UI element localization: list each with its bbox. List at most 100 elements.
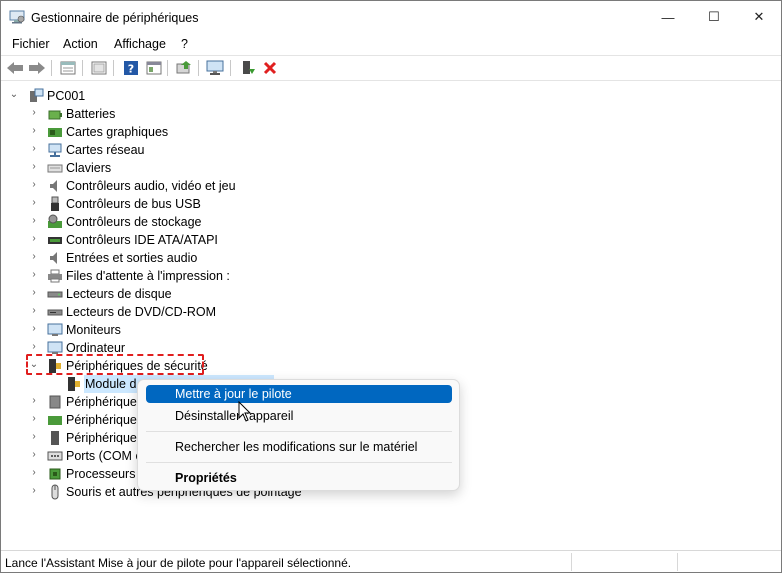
chevron-right-icon[interactable]: ›: [29, 324, 39, 334]
toolbar-separator: [51, 60, 52, 76]
processor-icon: [49, 468, 61, 480]
update-driver-button[interactable]: [174, 59, 194, 77]
tree-item-label: Contrôleurs IDE ATA/ATAPI: [66, 233, 218, 247]
view-button[interactable]: [144, 59, 164, 77]
back-button[interactable]: [5, 59, 25, 77]
chevron-right-icon[interactable]: ›: [29, 234, 39, 244]
status-separator: [571, 553, 572, 571]
menu-scan-hardware-label: Rechercher les modifications sur le maté…: [175, 440, 418, 454]
mouse-icon: [51, 484, 59, 500]
device-category-icon: [49, 395, 61, 409]
chevron-right-icon[interactable]: ›: [29, 180, 39, 190]
tree-item[interactable]: › Moniteurs: [2, 321, 602, 339]
menu-bar: Fichier Action Affichage ?: [1, 34, 781, 54]
chevron-right-icon[interactable]: ›: [29, 396, 39, 406]
help-button[interactable]: ?: [121, 59, 141, 77]
ide-controller-icon: [48, 237, 62, 244]
scan-hardware-icon: [206, 60, 224, 75]
chevron-right-icon[interactable]: ›: [29, 198, 39, 208]
show-hide-button[interactable]: [89, 59, 109, 77]
chevron-right-icon[interactable]: ›: [29, 306, 39, 316]
menu-affichage[interactable]: Affichage: [114, 37, 166, 51]
minimize-button[interactable]: —: [645, 1, 691, 33]
tree-item-label: Cartes réseau: [66, 143, 145, 157]
enable-device-icon: [243, 61, 255, 74]
enable-device-button[interactable]: [238, 59, 258, 77]
toolbar: ?: [1, 55, 781, 81]
chevron-right-icon[interactable]: ›: [29, 270, 39, 280]
uninstall-device-button[interactable]: [260, 59, 280, 77]
chevron-right-icon[interactable]: ›: [29, 126, 39, 136]
mouse-cursor-icon: [238, 401, 252, 422]
menu-update-driver[interactable]: Mettre à jour le pilote: [146, 385, 452, 403]
tree-item-label: Périphériques: [66, 413, 144, 427]
device-manager-app-icon: [9, 10, 25, 24]
tree-item[interactable]: › Cartes réseau: [2, 141, 602, 159]
update-driver-icon: [176, 61, 191, 74]
tree-item[interactable]: › Files d'attente à l'impression :: [2, 267, 602, 285]
tree-item-label: Ordinateur: [66, 341, 126, 355]
tree-item[interactable]: › Claviers: [2, 159, 602, 177]
menu-action[interactable]: Action: [63, 37, 98, 51]
menu-help[interactable]: ?: [181, 37, 188, 51]
menu-uninstall-device[interactable]: Désinstaller l'appareil: [146, 407, 452, 425]
chevron-right-icon[interactable]: ›: [29, 216, 39, 226]
annotation-highlight-box: [26, 354, 204, 375]
speaker-icon: [50, 180, 57, 192]
menu-scan-hardware[interactable]: Rechercher les modifications sur le maté…: [146, 438, 452, 456]
tree-item-label: Périphériques: [66, 395, 144, 409]
menu-update-driver-label: Mettre à jour le pilote: [175, 387, 292, 401]
maximize-icon: ☐: [708, 9, 720, 24]
chevron-right-icon[interactable]: ›: [29, 108, 39, 118]
tree-root[interactable]: ⌄ PC001: [2, 87, 602, 105]
device-category-icon: [51, 431, 59, 445]
chevron-right-icon[interactable]: ›: [29, 486, 39, 496]
chevron-right-icon[interactable]: ›: [29, 450, 39, 460]
toolbar-separator: [82, 60, 83, 76]
tree-item[interactable]: › Contrôleurs de stockage: [2, 213, 602, 231]
tree-item[interactable]: › Contrôleurs de bus USB: [2, 195, 602, 213]
minimize-icon: —: [661, 9, 675, 25]
device-category-icon: [48, 416, 62, 425]
chevron-right-icon[interactable]: ›: [29, 468, 39, 478]
tree-item[interactable]: › Contrôleurs IDE ATA/ATAPI: [2, 231, 602, 249]
maximize-button[interactable]: ☐: [691, 1, 737, 33]
chevron-right-icon[interactable]: ›: [29, 432, 39, 442]
display-adapter-icon: [48, 128, 62, 137]
properties-icon: [60, 61, 76, 75]
tree-item[interactable]: › Cartes graphiques: [2, 123, 602, 141]
chevron-right-icon[interactable]: ›: [29, 144, 39, 154]
chevron-right-icon[interactable]: ›: [29, 252, 39, 262]
scan-hardware-button[interactable]: [205, 59, 225, 77]
computer-icon: [30, 88, 44, 102]
chevron-right-icon[interactable]: ›: [29, 162, 39, 172]
tree-item-label: Claviers: [66, 161, 112, 175]
tree-item[interactable]: › Contrôleurs audio, vidéo et jeu: [2, 177, 602, 195]
tree-item[interactable]: › Lecteurs de DVD/CD-ROM: [2, 303, 602, 321]
chevron-right-icon[interactable]: ›: [29, 342, 39, 352]
help-icon: ?: [124, 61, 138, 76]
menu-separator: [146, 431, 452, 432]
tree-item[interactable]: › Entrées et sorties audio: [2, 249, 602, 267]
monitor-icon: [47, 323, 63, 336]
tree-item[interactable]: › Batteries: [2, 105, 602, 123]
close-icon: ✕: [753, 9, 765, 24]
tree-item[interactable]: › Lecteurs de disque: [2, 285, 602, 303]
tree-item-label: Contrôleurs de stockage: [66, 215, 202, 229]
menu-fichier[interactable]: Fichier: [12, 37, 50, 51]
properties-button[interactable]: [58, 59, 78, 77]
menu-properties[interactable]: Propriétés: [146, 469, 452, 487]
context-menu: Mettre à jour le pilote Désinstaller l'a…: [137, 379, 460, 491]
status-text: Lance l'Assistant Mise à jour de pilote …: [5, 556, 352, 570]
uninstall-icon: [263, 61, 277, 75]
close-button[interactable]: ✕: [736, 1, 782, 33]
chevron-down-icon[interactable]: ⌄: [9, 90, 19, 100]
chevron-right-icon[interactable]: ›: [29, 414, 39, 424]
title-bar: Gestionnaire de périphériques — ☐ ✕: [1, 1, 781, 34]
tree-item-label: Moniteurs: [66, 323, 121, 337]
window-title: Gestionnaire de périphériques: [31, 11, 199, 25]
forward-button[interactable]: [27, 59, 47, 77]
chevron-right-icon[interactable]: ›: [29, 288, 39, 298]
printer-icon: [48, 269, 62, 283]
tree-item-label: Périphériques: [66, 431, 144, 445]
